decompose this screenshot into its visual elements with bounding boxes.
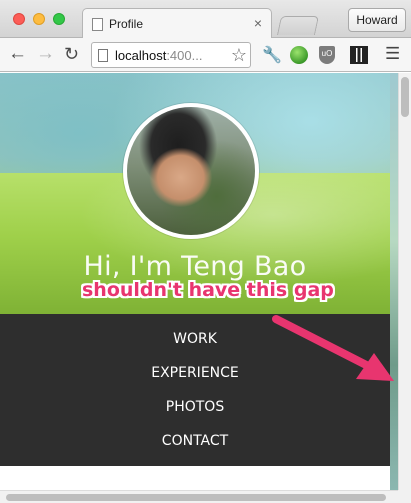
forward-arrow-icon[interactable]: →: [36, 43, 55, 65]
wrench-icon[interactable]: 🔧: [262, 45, 282, 64]
browser-tab[interactable]: Profile ×: [82, 8, 272, 39]
nav-link-contact[interactable]: CONTACT: [0, 433, 390, 449]
scrollbar-corner: [398, 490, 411, 503]
url-text[interactable]: localhost:400...: [115, 48, 202, 63]
browser-titlebar: Profile × Howard: [0, 0, 411, 39]
vertical-scroll-thumb[interactable]: [401, 77, 409, 117]
avatar: [123, 103, 259, 239]
annotation-label: shouldn't have this gap: [82, 279, 334, 301]
ublock-shield: uO: [319, 46, 335, 64]
page-icon: [98, 49, 108, 62]
profile-user-button[interactable]: Howard: [348, 8, 406, 32]
annotation-arrow-icon: [272, 315, 394, 381]
page-title: Hi, I'm Teng Bao: [83, 251, 307, 282]
reload-icon[interactable]: ↻: [64, 43, 79, 65]
bookmark-star-icon[interactable]: ☆: [231, 45, 247, 66]
back-arrow-icon[interactable]: ←: [8, 43, 27, 65]
horizontal-scroll-thumb[interactable]: [6, 494, 386, 501]
window-minimize-button[interactable]: [33, 13, 45, 25]
nav-link-photos[interactable]: PHOTOS: [0, 399, 390, 415]
qr-code-icon[interactable]: [350, 46, 368, 64]
url-host: localhost: [115, 48, 167, 63]
vertical-scrollbar[interactable]: [398, 73, 411, 490]
page-icon: [92, 18, 103, 31]
layout-gap-strip: [390, 73, 398, 490]
address-bar[interactable]: localhost:400... ☆: [91, 42, 251, 68]
globe-icon[interactable]: [290, 46, 308, 64]
tab-close-icon[interactable]: ×: [254, 15, 262, 31]
window-close-button[interactable]: [13, 13, 25, 25]
ublock-icon[interactable]: uO: [319, 46, 337, 64]
tab-title: Profile: [109, 17, 144, 31]
horizontal-scrollbar[interactable]: [0, 490, 398, 503]
new-tab-button[interactable]: [276, 16, 320, 35]
menu-icon[interactable]: ☰: [385, 44, 403, 63]
browser-toolbar: ← → ↻ localhost:400... ☆ 🔧 uO ☰: [0, 38, 411, 72]
page-viewport: Hi, I'm Teng Bao WORK EXPERIENCE PHOTOS …: [0, 73, 398, 490]
window-maximize-button[interactable]: [53, 13, 65, 25]
url-rest: :400...: [166, 48, 203, 63]
